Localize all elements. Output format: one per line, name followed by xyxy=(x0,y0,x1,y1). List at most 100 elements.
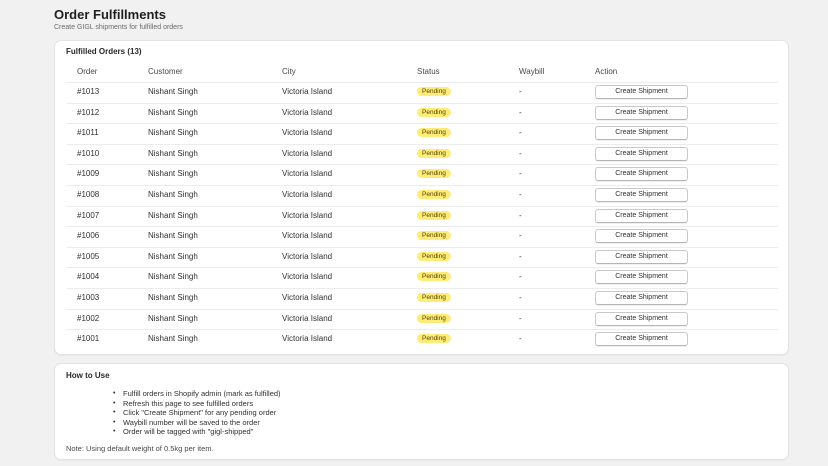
customer-name: Nishant Singh xyxy=(148,169,198,179)
status-badge: Pending xyxy=(417,251,451,261)
waybill: - xyxy=(519,313,522,323)
status-badge: Pending xyxy=(417,272,451,282)
create-shipment-button[interactable]: Create Shipment xyxy=(595,105,688,120)
column-header-city: City xyxy=(282,67,296,76)
status-badge: Pending xyxy=(417,107,451,117)
customer-name: Nishant Singh xyxy=(148,210,198,220)
fulfilled-orders-card: Fulfilled Orders (13) Order Customer Cit… xyxy=(54,40,789,355)
customer-name: Nishant Singh xyxy=(148,128,198,138)
page-subtitle: Create GIGL shipments for fulfilled orde… xyxy=(54,24,183,31)
waybill: - xyxy=(519,87,522,96)
order-number: #1013 xyxy=(77,87,100,96)
create-shipment-button[interactable]: Create Shipment xyxy=(595,249,688,264)
city: Victoria Island xyxy=(282,334,333,344)
create-shipment-button[interactable]: Create Shipment xyxy=(595,85,688,99)
create-shipment-button[interactable]: Create Shipment xyxy=(595,167,688,182)
city: Victoria Island xyxy=(282,313,333,323)
order-number: #1001 xyxy=(77,334,100,344)
customer-name: Nishant Singh xyxy=(148,87,198,96)
waybill: - xyxy=(519,148,522,158)
city: Victoria Island xyxy=(282,87,333,96)
how-to-use-card: How to Use Fulfill orders in Shopify adm… xyxy=(54,363,789,460)
order-number: #1012 xyxy=(77,107,100,117)
howto-step: Fulfill orders in Shopify admin (mark as… xyxy=(113,389,281,399)
status-badge: Pending xyxy=(417,231,451,241)
status-badge: Pending xyxy=(417,169,451,179)
howto-title: How to Use xyxy=(66,371,110,380)
order-number: #1007 xyxy=(77,210,100,220)
table-header: Order Customer City Status Waybill Actio… xyxy=(55,66,788,82)
order-number: #1006 xyxy=(77,231,100,241)
howto-step: Waybill number will be saved to the orde… xyxy=(113,418,281,428)
status-badge: Pending xyxy=(417,210,451,220)
city: Victoria Island xyxy=(282,107,333,117)
table-row: #1010 Nishant Singh Victoria Island Pending… xyxy=(66,143,778,165)
create-shipment-button[interactable]: Create Shipment xyxy=(595,146,688,161)
order-number: #1009 xyxy=(77,169,100,179)
create-shipment-button[interactable]: Create Shipment xyxy=(595,291,688,305)
status-badge: Pending xyxy=(417,148,451,158)
table-row: #1005 Nishant Singh Victoria Island Pending… xyxy=(66,246,778,268)
page-header: Order Fulfillments Create GIGL shipments… xyxy=(54,7,183,32)
table-row: #1003 Nishant Singh Victoria Island Pending… xyxy=(66,288,778,309)
customer-name: Nishant Singh xyxy=(148,313,198,323)
create-shipment-button[interactable]: Create Shipment xyxy=(595,208,688,223)
column-header-waybill: Waybill xyxy=(519,67,545,76)
city: Victoria Island xyxy=(282,293,333,302)
city: Victoria Island xyxy=(282,251,333,261)
waybill: - xyxy=(519,190,522,199)
city: Victoria Island xyxy=(282,272,333,282)
city: Victoria Island xyxy=(282,128,333,138)
status-badge: Pending xyxy=(417,313,451,323)
table-row: #1001 Nishant Singh Victoria Island Pending… xyxy=(66,329,778,350)
column-header-customer: Customer xyxy=(148,67,183,76)
howto-step: Refresh this page to see fulfilled order… xyxy=(113,399,281,409)
order-number: #1011 xyxy=(77,128,99,138)
waybill: - xyxy=(519,293,522,302)
table-row: #1008 Nishant Singh Victoria Island Pending… xyxy=(66,185,778,206)
howto-step: Order will be tagged with "gigl-shipped" xyxy=(113,427,281,437)
customer-name: Nishant Singh xyxy=(148,231,198,241)
create-shipment-button[interactable]: Create Shipment xyxy=(595,270,688,285)
customer-name: Nishant Singh xyxy=(148,334,198,344)
table-row: #1013 Nishant Singh Victoria Island Pending… xyxy=(66,82,778,103)
customer-name: Nishant Singh xyxy=(148,272,198,282)
status-badge: Pending xyxy=(417,190,451,199)
column-header-status: Status xyxy=(417,67,440,76)
city: Victoria Island xyxy=(282,210,333,220)
waybill: - xyxy=(519,334,522,344)
status-badge: Pending xyxy=(417,87,451,96)
howto-note: Note: Using default weight of 0.5kg per … xyxy=(66,444,214,453)
waybill: - xyxy=(519,128,522,138)
create-shipment-button[interactable]: Create Shipment xyxy=(595,311,688,326)
waybill: - xyxy=(519,169,522,179)
table-row: #1012 Nishant Singh Victoria Island Pending… xyxy=(66,102,778,124)
table-row: #1002 Nishant Singh Victoria Island Pending… xyxy=(66,308,778,330)
customer-name: Nishant Singh xyxy=(148,293,198,302)
customer-name: Nishant Singh xyxy=(148,107,198,117)
howto-step: Click "Create Shipment" for any pending … xyxy=(113,408,281,418)
column-header-order: Order xyxy=(77,67,98,76)
order-number: #1010 xyxy=(77,148,100,158)
page-title: Order Fulfillments xyxy=(54,7,166,22)
status-badge: Pending xyxy=(417,128,451,138)
city: Victoria Island xyxy=(282,190,333,199)
order-number: #1002 xyxy=(77,313,100,323)
waybill: - xyxy=(519,272,522,282)
city: Victoria Island xyxy=(282,231,333,241)
create-shipment-button[interactable]: Create Shipment xyxy=(595,188,688,202)
table-row: #1009 Nishant Singh Victoria Island Pending… xyxy=(66,164,778,185)
customer-name: Nishant Singh xyxy=(148,251,198,261)
order-number: #1005 xyxy=(77,251,100,261)
create-shipment-button[interactable]: Create Shipment xyxy=(595,126,688,141)
order-number: #1004 xyxy=(77,272,100,282)
create-shipment-button[interactable]: Create Shipment xyxy=(595,332,688,347)
status-badge: Pending xyxy=(417,334,451,344)
table-row: #1011 Nishant Singh Victoria Island Pending… xyxy=(66,123,778,144)
status-badge: Pending xyxy=(417,293,451,302)
waybill: - xyxy=(519,251,522,261)
order-number: #1008 xyxy=(77,190,100,199)
card-title: Fulfilled Orders (13) xyxy=(66,47,142,56)
create-shipment-button[interactable]: Create Shipment xyxy=(595,229,688,244)
city: Victoria Island xyxy=(282,148,333,158)
